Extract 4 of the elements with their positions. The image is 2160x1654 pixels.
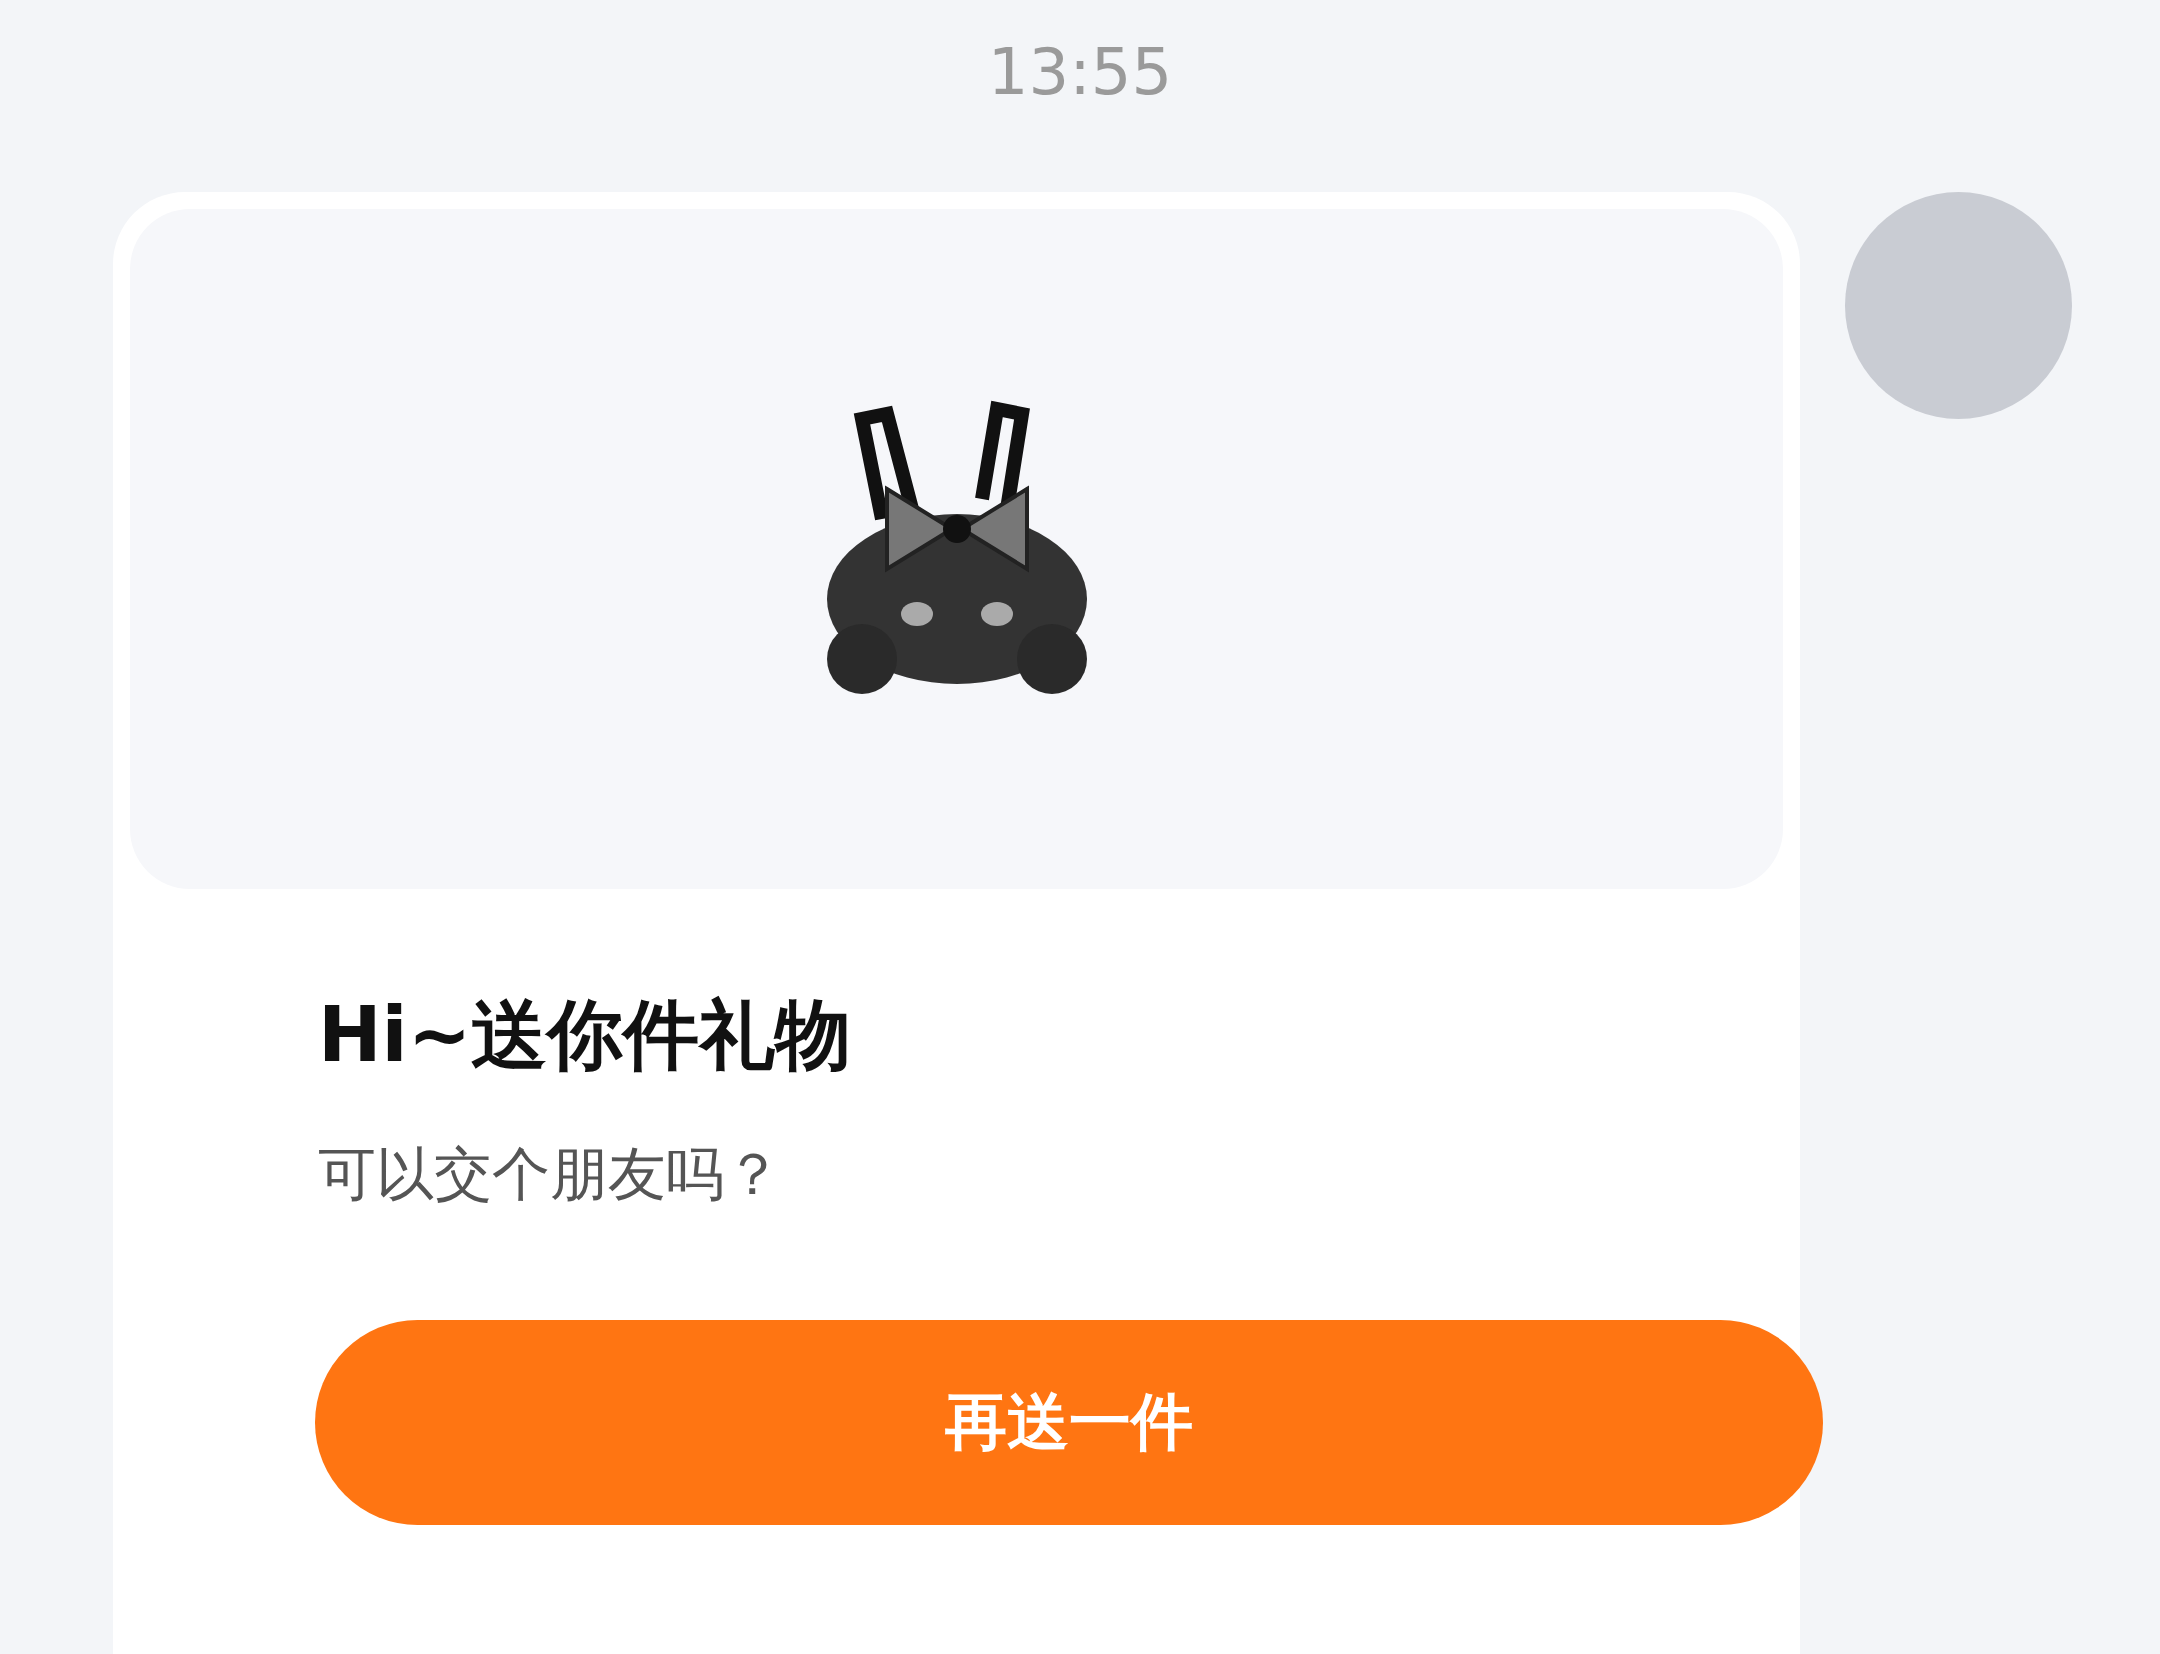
gift-title: Hi~送你件礼物 xyxy=(318,989,853,1081)
gift-message: 可以交个朋友吗？ xyxy=(318,1140,783,1210)
send-again-button[interactable]: 再送一件 xyxy=(315,1319,1823,1525)
message-time: 13:55 xyxy=(987,34,1173,110)
